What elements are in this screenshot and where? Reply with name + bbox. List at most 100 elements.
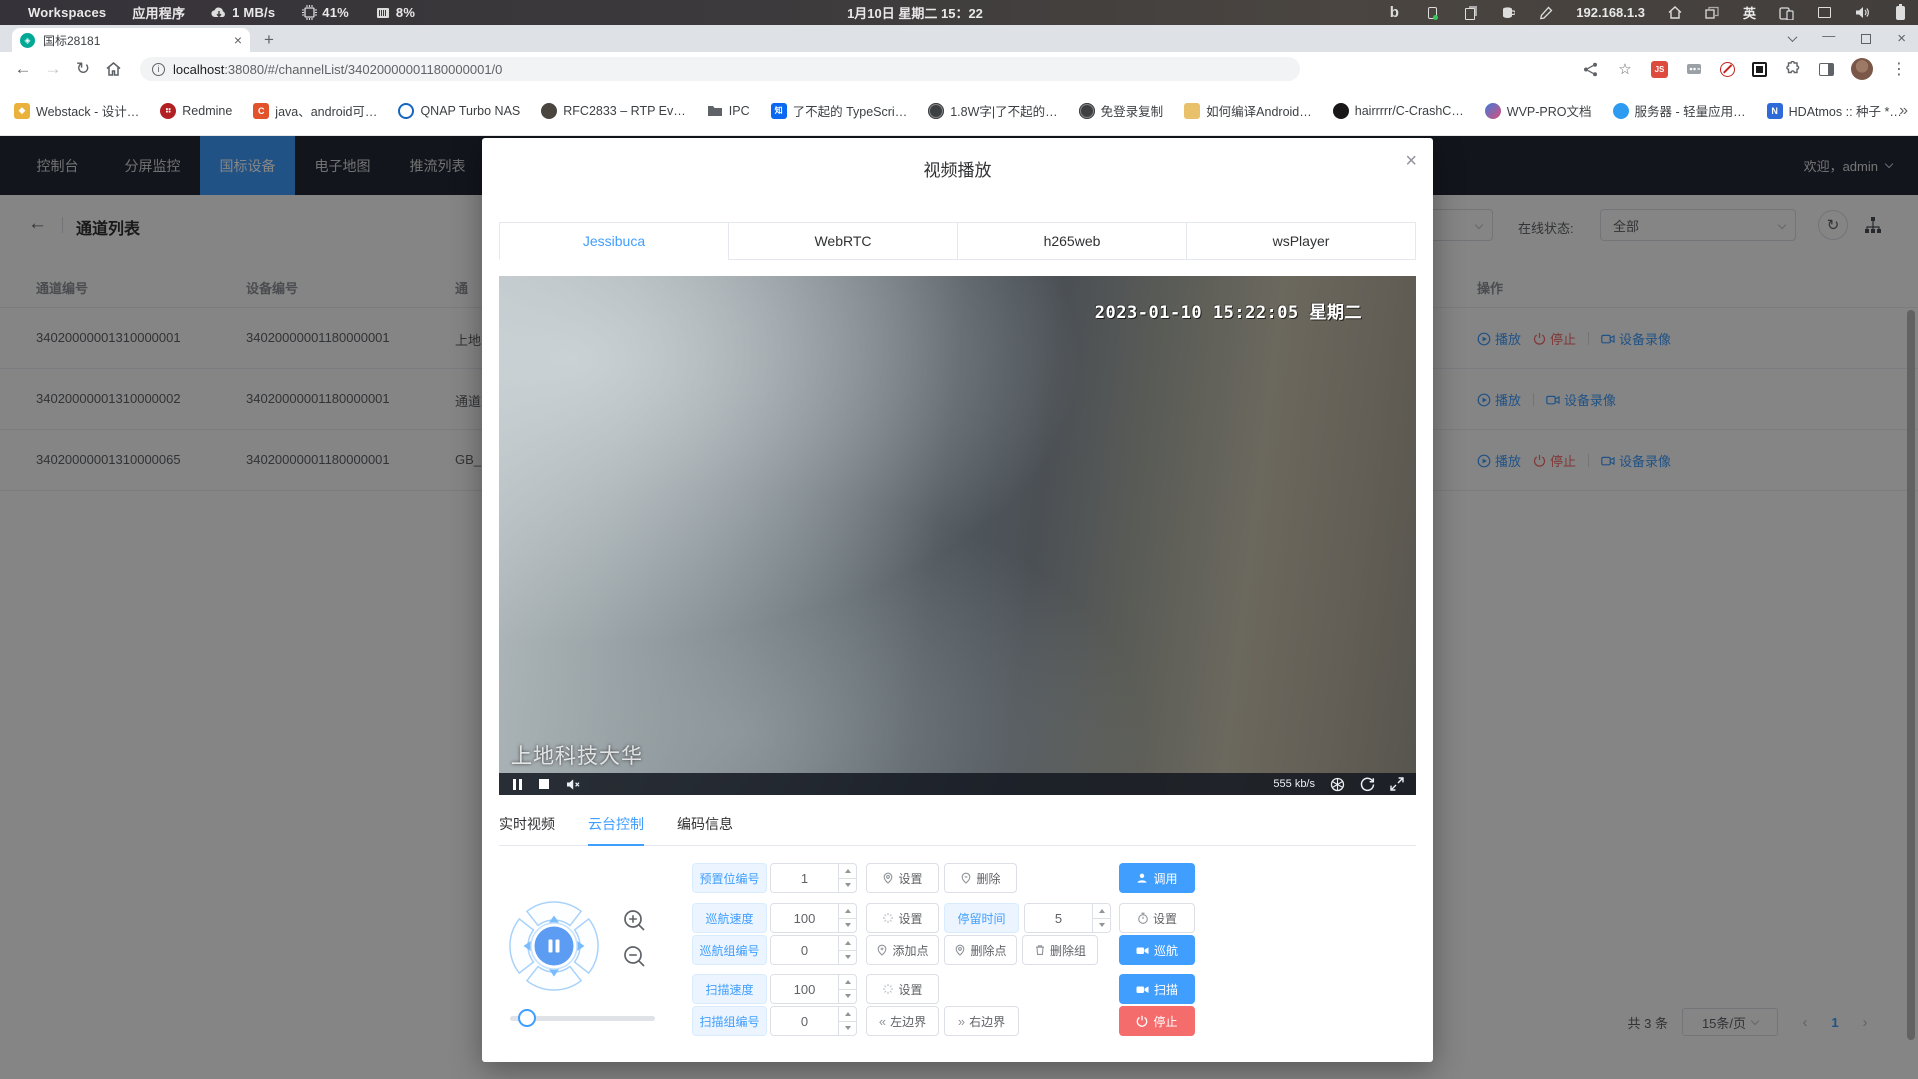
cup-tray-icon[interactable] bbox=[1500, 5, 1516, 21]
bookmark-compile-android[interactable]: 如何编译Android… bbox=[1184, 101, 1312, 120]
bookmark-wvp-doc[interactable]: WVP-PRO文档 bbox=[1485, 101, 1592, 120]
bookmark-ipc[interactable]: IPC bbox=[707, 103, 750, 119]
ptz-direction-pad[interactable] bbox=[508, 900, 600, 992]
ptz-stop-button[interactable]: 停止 bbox=[1119, 1006, 1195, 1036]
window-close-icon[interactable]: × bbox=[1897, 30, 1906, 47]
scan-group-input[interactable] bbox=[770, 1006, 857, 1036]
tab-jessibuca[interactable]: Jessibuca bbox=[499, 222, 729, 260]
browser-menu-icon[interactable]: ⋮ bbox=[1890, 60, 1908, 78]
slider-thumb[interactable] bbox=[518, 1009, 536, 1027]
dark-extension-icon[interactable] bbox=[1752, 62, 1767, 77]
applications-menu[interactable]: 应用程序 bbox=[132, 3, 185, 22]
mute-icon[interactable] bbox=[566, 778, 581, 791]
number-stepper[interactable] bbox=[1092, 904, 1110, 932]
player-refresh-icon[interactable] bbox=[1360, 777, 1375, 792]
browser-tab[interactable]: ◈ 国标28181 × bbox=[12, 28, 250, 52]
bing-tray-icon[interactable]: b bbox=[1386, 5, 1402, 21]
scan-speed-input[interactable] bbox=[770, 974, 857, 1004]
bookmark-copy-free[interactable]: 免登录复制 bbox=[1079, 101, 1164, 120]
right-boundary-button[interactable]: »右边界 bbox=[944, 1006, 1019, 1036]
back-icon[interactable]: ← bbox=[8, 59, 38, 79]
password-extension-icon[interactable] bbox=[1685, 60, 1703, 78]
number-stepper[interactable] bbox=[838, 904, 856, 932]
bookmark-server[interactable]: 服务器 - 轻量应用… bbox=[1613, 101, 1746, 120]
reload-icon[interactable]: ↻ bbox=[68, 59, 98, 79]
tab-ptz-control[interactable]: 云台控制 bbox=[588, 814, 644, 846]
bookmark-redmine[interactable]: ⠶Redmine bbox=[160, 103, 232, 119]
stop-icon[interactable] bbox=[539, 779, 549, 789]
video-player[interactable]: 2023-01-10 15:22:05 星期二 上地科技大华 555 kb/s bbox=[499, 276, 1416, 795]
ptz-speed-slider[interactable] bbox=[510, 1016, 655, 1021]
number-stepper[interactable] bbox=[838, 864, 856, 892]
number-stepper[interactable] bbox=[838, 975, 856, 1003]
number-stepper[interactable] bbox=[838, 1007, 856, 1035]
js-extension-icon[interactable]: JS bbox=[1651, 61, 1668, 78]
device-tray-icon[interactable] bbox=[1778, 5, 1794, 21]
bookmark-typescript[interactable]: 知了不起的 TypeScri… bbox=[771, 101, 908, 120]
ip-address[interactable]: 192.168.1.3 bbox=[1576, 5, 1645, 20]
delete-group-button[interactable]: 删除组 bbox=[1022, 935, 1098, 965]
scan-speed-set-button[interactable]: 设置 bbox=[866, 974, 939, 1004]
windows-tray-icon[interactable] bbox=[1705, 5, 1721, 21]
preset-set-button[interactable]: 设置 bbox=[866, 863, 939, 893]
zoom-out-button[interactable] bbox=[622, 944, 648, 970]
bookmark-webstack[interactable]: ◆Webstack - 设计… bbox=[14, 101, 139, 120]
preset-number-input[interactable] bbox=[770, 863, 857, 893]
cruise-speed-input[interactable] bbox=[770, 903, 857, 933]
preset-call-button[interactable]: 调用 bbox=[1119, 863, 1195, 893]
bookmark-github-crash[interactable]: hairrrrr/C-CrashC… bbox=[1333, 103, 1464, 119]
bookmarks-overflow-icon[interactable]: » bbox=[1899, 102, 1908, 120]
fullscreen-icon[interactable] bbox=[1390, 777, 1404, 791]
preset-delete-button[interactable]: 删除 bbox=[944, 863, 1017, 893]
bookmark-java-android[interactable]: Cjava、android可… bbox=[253, 101, 377, 120]
tab-codec-info[interactable]: 编码信息 bbox=[677, 814, 733, 845]
new-tab-button[interactable]: + bbox=[258, 29, 280, 51]
add-point-button[interactable]: 添加点 bbox=[866, 935, 939, 965]
cruise-speed-set-button[interactable]: 设置 bbox=[866, 903, 939, 933]
pause-icon[interactable] bbox=[513, 779, 522, 790]
player-settings-icon[interactable] bbox=[1330, 777, 1345, 792]
zoom-in-button[interactable] bbox=[622, 908, 648, 934]
tab-webrtc[interactable]: WebRTC bbox=[728, 222, 958, 260]
workspaces-button[interactable]: Workspaces bbox=[28, 5, 106, 20]
home-tray-icon[interactable] bbox=[1667, 5, 1683, 21]
extensions-puzzle-icon[interactable] bbox=[1784, 60, 1802, 78]
stay-time-input[interactable] bbox=[1024, 903, 1111, 933]
blocker-extension-icon[interactable] bbox=[1720, 62, 1735, 77]
site-info-icon[interactable]: i bbox=[152, 63, 165, 76]
cruise-group-input[interactable] bbox=[770, 935, 857, 965]
delete-point-button[interactable]: 删除点 bbox=[944, 935, 1017, 965]
tab-live-video[interactable]: 实时视频 bbox=[499, 814, 555, 845]
forward-icon[interactable]: → bbox=[38, 59, 68, 79]
rfc-favicon bbox=[541, 103, 557, 119]
profile-avatar[interactable] bbox=[1851, 58, 1873, 80]
address-bar[interactable]: i localhost:38080/#/channelList/34020000… bbox=[140, 57, 1300, 81]
tab-close-icon[interactable]: × bbox=[234, 33, 242, 47]
stay-time-set-button[interactable]: 设置 bbox=[1119, 903, 1195, 933]
clipboard-tray-icon[interactable] bbox=[1424, 5, 1440, 21]
cruise-start-button[interactable]: 巡航 bbox=[1119, 935, 1195, 965]
bookmark-hdatmos[interactable]: NHDAtmos :: 种子 *… bbox=[1767, 101, 1902, 120]
clock[interactable]: 1月10日 星期二 15：22 bbox=[790, 3, 1040, 22]
bookmark-star-icon[interactable]: ☆ bbox=[1616, 60, 1634, 78]
side-panel-icon[interactable] bbox=[1819, 63, 1834, 76]
tab-wsplayer[interactable]: wsPlayer bbox=[1186, 222, 1416, 260]
window-minimize-icon[interactable]: — bbox=[1822, 28, 1835, 43]
scan-start-button[interactable]: 扫描 bbox=[1119, 974, 1195, 1004]
bookmark-rfc2833[interactable]: RFC2833 – RTP Ev… bbox=[541, 103, 686, 119]
bookmark-18w[interactable]: 1.8W字|了不起的… bbox=[928, 101, 1057, 120]
window-restore-icon[interactable] bbox=[1861, 34, 1871, 44]
share-icon[interactable] bbox=[1581, 60, 1599, 78]
tab-search-chevron-icon[interactable] bbox=[1788, 32, 1798, 42]
number-stepper[interactable] bbox=[838, 936, 856, 964]
dialog-close-icon[interactable]: × bbox=[1405, 150, 1417, 173]
display-tray-icon[interactable] bbox=[1816, 5, 1832, 21]
bookmark-qnap[interactable]: QNAP Turbo NAS bbox=[398, 103, 520, 119]
volume-tray-icon[interactable] bbox=[1854, 5, 1870, 21]
copy-tray-icon[interactable] bbox=[1462, 5, 1478, 21]
pen-tray-icon[interactable] bbox=[1538, 5, 1554, 21]
browser-home-icon[interactable] bbox=[98, 61, 128, 77]
ime-indicator[interactable]: 英 bbox=[1743, 3, 1756, 22]
tab-h265web[interactable]: h265web bbox=[957, 222, 1187, 260]
left-boundary-button[interactable]: «左边界 bbox=[866, 1006, 939, 1036]
